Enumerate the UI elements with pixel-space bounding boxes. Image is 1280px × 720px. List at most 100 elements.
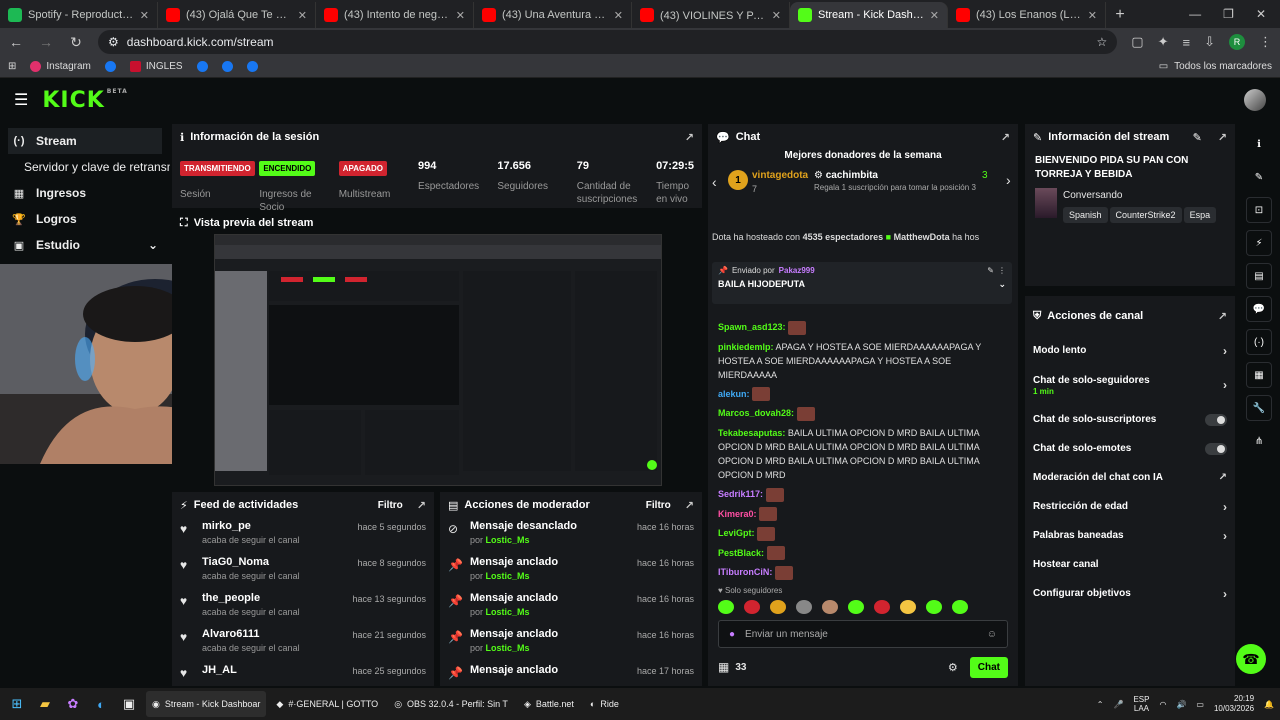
channel-action-row[interactable]: Configurar objetivos › bbox=[1025, 579, 1235, 608]
browser-tab[interactable]: (43) Los Enanos (Los Enanos S ✕ bbox=[948, 2, 1106, 28]
bookmark-facebook-4[interactable] bbox=[246, 61, 258, 72]
browser-tab[interactable]: Spotify - Reproductor web: mú ✕ bbox=[0, 2, 158, 28]
emote-icon[interactable] bbox=[848, 600, 864, 614]
channel-action-row[interactable]: Hostear canal bbox=[1025, 550, 1235, 579]
tab-close-icon[interactable]: ✕ bbox=[298, 9, 307, 22]
mod-username[interactable]: Lostic_Ms bbox=[486, 535, 530, 545]
chat-username[interactable]: PestBlack: bbox=[718, 548, 764, 558]
chevron-down-icon[interactable]: ⌄ bbox=[998, 279, 1006, 290]
browser-tab[interactable]: (43) Ojalá Que Te Mueras - You ✕ bbox=[158, 2, 316, 28]
mod-username[interactable]: Lostic_Ms bbox=[486, 571, 530, 581]
site-info-icon[interactable]: ⚙ bbox=[108, 35, 119, 49]
chat-username[interactable]: Kimera0: bbox=[718, 509, 757, 519]
taskbar-app[interactable]: ◈ Battle.net bbox=[518, 691, 580, 717]
mic-icon[interactable]: ● bbox=[729, 629, 735, 640]
more-menu-icon[interactable]: ⋮ bbox=[1259, 34, 1272, 50]
document-rail-icon[interactable]: ▤ bbox=[1246, 263, 1272, 289]
channel-action-row[interactable]: Moderación del chat con IA ↗ bbox=[1025, 463, 1235, 492]
stream-tag[interactable]: Espa bbox=[1183, 207, 1217, 223]
chat-input[interactable]: ● Enviar un mensaje ☺ bbox=[718, 620, 1008, 648]
sidebar-item-logros[interactable]: 🏆 Logros bbox=[0, 206, 170, 232]
emote-icon[interactable] bbox=[952, 600, 968, 614]
clock[interactable]: 20:19 10/03/2026 bbox=[1214, 694, 1254, 714]
profile-avatar[interactable]: R bbox=[1229, 34, 1245, 50]
next-donor-icon[interactable]: › bbox=[1006, 172, 1011, 188]
tab-close-icon[interactable]: ✕ bbox=[1088, 9, 1097, 22]
bookmark-facebook-2[interactable] bbox=[196, 61, 208, 72]
tab-close-icon[interactable]: ✕ bbox=[456, 9, 465, 22]
gift-icon[interactable]: ▦ bbox=[718, 660, 729, 674]
popout-icon[interactable]: ↗ bbox=[1218, 310, 1227, 323]
channel-action-row[interactable]: Restricción de edad › bbox=[1025, 492, 1235, 521]
cast-icon[interactable]: ▢ bbox=[1131, 34, 1143, 50]
close-window-icon[interactable]: ✕ bbox=[1256, 7, 1266, 21]
taskbar-app[interactable]: ◎ OBS 32.0.4 - Perfil: Sin T bbox=[388, 691, 514, 717]
mic-tray-icon[interactable]: 🎤 bbox=[1113, 700, 1123, 709]
toggle-switch[interactable] bbox=[1205, 413, 1227, 426]
copilot-icon[interactable]: ✿ bbox=[62, 693, 84, 715]
downloads-icon[interactable]: ⇩ bbox=[1204, 34, 1215, 50]
chat-username[interactable]: Spawn_asd123: bbox=[718, 322, 786, 332]
donor2-name[interactable]: ⚙ cachimbita bbox=[814, 170, 878, 181]
more-options-icon[interactable]: ⋮ bbox=[998, 266, 1006, 275]
volume-icon[interactable]: 🔊 bbox=[1176, 700, 1186, 709]
layout-rail-icon[interactable]: ▦ bbox=[1246, 362, 1272, 388]
media-icon[interactable]: ≡ bbox=[1183, 35, 1191, 50]
file-explorer-icon[interactable]: ▰ bbox=[34, 693, 56, 715]
sidebar-item-estudio[interactable]: ▣ Estudio ⌄ bbox=[0, 232, 170, 258]
language-indicator[interactable]: ESP LAA bbox=[1133, 695, 1149, 713]
sidebar-item-stream[interactable]: (·) Stream bbox=[8, 128, 162, 154]
emote-icon[interactable] bbox=[796, 600, 812, 614]
taskbar-app[interactable]: ◆ #·GENERAL | GOTTO bbox=[270, 691, 384, 717]
chat-username[interactable]: Sedrik117: bbox=[718, 489, 763, 499]
sidebar-item-ingresos[interactable]: ▦ Ingresos bbox=[0, 180, 170, 206]
windows-start-icon[interactable]: ⊞ bbox=[6, 693, 28, 715]
share-rail-icon[interactable]: ⋔ bbox=[1246, 428, 1272, 454]
chevron-up-icon[interactable]: ⌃ bbox=[1097, 700, 1104, 709]
channel-action-row[interactable]: Modo lento › bbox=[1025, 336, 1235, 365]
feed-username[interactable]: the_people bbox=[202, 592, 352, 604]
channel-action-row[interactable]: Palabras baneadas › bbox=[1025, 521, 1235, 550]
tab-close-icon[interactable]: ✕ bbox=[930, 9, 939, 22]
sidebar-item-server-key[interactable]: Servidor y clave de retransmisión bbox=[0, 154, 170, 180]
bookmark-facebook-1[interactable] bbox=[104, 61, 116, 72]
feed-username[interactable]: Alvaro6111 bbox=[202, 628, 352, 640]
support-button[interactable]: ☎ bbox=[1236, 644, 1266, 674]
emoji-icon[interactable]: ☺ bbox=[987, 629, 997, 640]
chat-rail-icon[interactable]: 💬 bbox=[1246, 296, 1272, 322]
taskbar-app[interactable]: ◉ Stream - Kick Dashboar bbox=[146, 691, 267, 717]
donor1-name[interactable]: vintagedota bbox=[752, 170, 808, 181]
back-icon[interactable]: ← bbox=[8, 34, 24, 50]
capture-rail-icon[interactable]: ⊡ bbox=[1246, 197, 1272, 223]
feed-username[interactable]: mirko_pe bbox=[202, 520, 357, 532]
reload-icon[interactable]: ↻ bbox=[68, 34, 84, 51]
menu-icon[interactable]: ☰ bbox=[14, 90, 28, 110]
chat-username[interactable]: pinkiedemlp: bbox=[718, 342, 774, 352]
wrench-rail-icon[interactable]: 🔧 bbox=[1246, 395, 1272, 421]
chat-username[interactable]: Tekabesaputas: bbox=[718, 428, 785, 438]
all-bookmarks[interactable]: ▭ Todos los marcadores bbox=[1159, 61, 1272, 72]
taskbar-app[interactable]: ◐ Ride bbox=[584, 691, 625, 717]
emote-icon[interactable] bbox=[822, 600, 838, 614]
browser-tab[interactable]: (43) Una Aventura Más - YouTu ✕ bbox=[474, 2, 632, 28]
chat-username[interactable]: LeviGpt: bbox=[718, 528, 755, 538]
channel-action-row[interactable]: Chat de solo-seguidores 1 min › bbox=[1025, 365, 1235, 405]
popout-icon[interactable]: ↗ bbox=[685, 131, 694, 144]
mod-username[interactable]: Lostic_Ms bbox=[486, 643, 530, 653]
edge-icon[interactable]: ◐ bbox=[90, 693, 112, 715]
prev-donor-icon[interactable]: ‹ bbox=[712, 174, 717, 190]
emote-icon[interactable] bbox=[900, 600, 916, 614]
bolt-rail-icon[interactable]: ⚡ bbox=[1246, 230, 1272, 256]
feed-username[interactable]: TiaG0_Noma bbox=[202, 556, 357, 568]
stream-tag[interactable]: Spanish bbox=[1063, 207, 1108, 223]
edit-icon[interactable]: ✎ bbox=[1193, 131, 1202, 144]
feed-filter-button[interactable]: Filtro bbox=[378, 500, 403, 511]
emote-icon[interactable] bbox=[718, 600, 734, 614]
bookmark-instagram[interactable]: Instagram bbox=[30, 61, 91, 72]
wifi-icon[interactable]: ◠ bbox=[1159, 700, 1166, 709]
store-icon[interactable]: ▣ bbox=[118, 693, 140, 715]
channel-action-row[interactable]: Chat de solo-emotes bbox=[1025, 434, 1235, 463]
settings-icon[interactable]: ⚙ bbox=[948, 661, 958, 674]
popout-icon[interactable]: ↗ bbox=[1218, 131, 1227, 144]
forward-icon[interactable]: → bbox=[38, 34, 54, 50]
